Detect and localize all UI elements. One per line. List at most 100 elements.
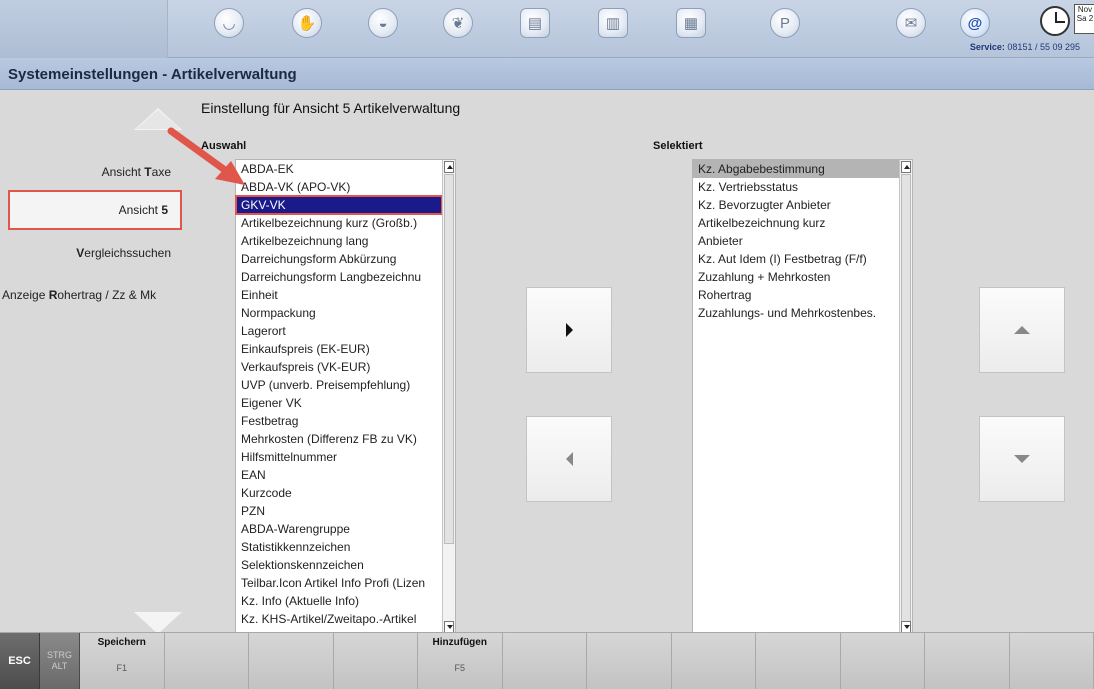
selektiert-list-item[interactable]: Zuzahlung + Mehrkosten <box>693 268 899 286</box>
auswahl-scrollbar[interactable] <box>442 160 455 634</box>
scroll-thumb[interactable] <box>444 174 454 544</box>
auswahl-list-item[interactable]: Artikelbezeichnung lang <box>236 232 442 250</box>
function-key-11[interactable] <box>925 633 1010 689</box>
selektiert-list-item[interactable]: Rohertrag <box>693 286 899 304</box>
auswahl-list-item[interactable]: Einkaufspreis (EK-EUR) <box>236 340 442 358</box>
modifier-key[interactable]: STRG ALT <box>40 633 80 689</box>
auswahl-list-item[interactable]: Lagerort <box>236 322 442 340</box>
sidebar-item-ansicht-5[interactable]: Ansicht 5 <box>8 190 182 230</box>
top-toolbar: ◡ ✋ ◒ ❦ ▤ ▥ ▦ P ✉ @ Nov Sa 2 Service: 08… <box>0 0 1094 58</box>
p-logo-icon[interactable]: P <box>770 8 800 38</box>
books-icon[interactable]: ▥ <box>598 8 628 38</box>
function-key-label: Hinzufügen <box>432 637 487 648</box>
logo-area <box>0 0 168 58</box>
auswahl-list-item[interactable]: Darreichungsform Abkürzung <box>236 250 442 268</box>
auswahl-list-item[interactable]: Normpackung <box>236 304 442 322</box>
function-keys: Speichern F1 Hinzufügen F5 <box>80 633 1094 689</box>
remove-from-selection-button[interactable] <box>526 416 612 502</box>
function-key-12[interactable] <box>1010 633 1094 689</box>
date-day: Sa 2 <box>1076 14 1094 23</box>
function-key-5[interactable]: Hinzufügen F5 <box>418 633 503 689</box>
service-info: Service: 08151 / 55 09 295 <box>970 42 1080 52</box>
service-number: 08151 / 55 09 295 <box>1007 42 1080 52</box>
auswahl-list-item[interactable]: Einheit <box>236 286 442 304</box>
auswahl-items: ABDA-EK ABDA-VK (APO-VK) GKV-VK Artikelbeze… <box>235 160 443 628</box>
auswahl-list-item[interactable]: Hilfsmittelnummer <box>236 448 442 466</box>
function-key-6[interactable] <box>503 633 587 689</box>
selektiert-list-item[interactable]: Kz. Bevorzugter Anbieter <box>693 196 899 214</box>
auswahl-list-item[interactable]: Statistikkennzeichen <box>236 538 442 556</box>
auswahl-list[interactable]: ABDA-EK ABDA-VK (APO-VK) GKV-VK Artikelbeze… <box>235 159 456 635</box>
scroll-down-arrow-icon[interactable] <box>134 612 182 634</box>
selektiert-list-item[interactable]: Zuzahlungs- und Mehrkostenbes. <box>693 304 899 322</box>
function-key-8[interactable] <box>672 633 756 689</box>
auswahl-list-item[interactable]: Kurzcode <box>236 484 442 502</box>
selektiert-list-item[interactable]: Artikelbezeichnung kurz <box>693 214 899 232</box>
function-key-9[interactable] <box>756 633 841 689</box>
auswahl-list-item[interactable]: Teilbar.Icon Artikel Info Profi (Lizen <box>236 574 442 592</box>
auswahl-list-item[interactable]: ABDA-Warengruppe <box>236 520 442 538</box>
selektiert-items: Kz. Abgabebestimmung Kz. Vertriebsstatus K… <box>693 160 899 322</box>
move-down-button[interactable] <box>979 416 1065 502</box>
move-up-button[interactable] <box>979 287 1065 373</box>
scroll-up-icon[interactable] <box>901 161 911 173</box>
scroll-up-icon[interactable] <box>444 161 454 173</box>
selektiert-list-item[interactable]: Kz. Aut Idem (I) Festbetrag (F/f) <box>693 250 899 268</box>
auswahl-list-item[interactable]: PZN <box>236 502 442 520</box>
auswahl-list-item[interactable]: Selektionskennzeichen <box>236 556 442 574</box>
auswahl-list-item[interactable]: Kz. Info (Aktuelle Info) <box>236 592 442 610</box>
auswahl-list-item[interactable]: GKV-VK <box>235 195 443 215</box>
sidebar: Ansicht Taxe Ansicht 5 Vergleichssuchen … <box>0 90 185 634</box>
auswahl-list-item[interactable]: Verkaufspreis (VK-EUR) <box>236 358 442 376</box>
page-title: Systemeinstellungen - Artikelverwaltung <box>8 66 297 83</box>
auswahl-list-item[interactable]: Kz. KHS-Artikel/Zweitapo.-Artikel <box>236 610 442 628</box>
function-key-label: Speichern <box>97 637 146 648</box>
function-key-number: F1 <box>116 663 127 673</box>
auswahl-list-item[interactable]: Artikelbezeichnung kurz (Großb.) <box>236 214 442 232</box>
calculator-icon[interactable]: ▦ <box>676 8 706 38</box>
auswahl-list-item[interactable]: ABDA-EK <box>236 160 442 178</box>
section-title: Einstellung für Ansicht 5 Artikelverwalt… <box>201 100 461 116</box>
arrow-right-icon <box>565 323 573 337</box>
service-label: Service: <box>969 42 1005 52</box>
function-key-3[interactable] <box>249 633 334 689</box>
function-key-7[interactable] <box>587 633 672 689</box>
shopping-bag-icon[interactable]: ◒ <box>368 8 398 38</box>
auswahl-list-item[interactable]: Mehrkosten (Differenz FB zu VK) <box>236 430 442 448</box>
selektiert-list[interactable]: Kz. Abgabebestimmung Kz. Vertriebsstatus K… <box>692 159 913 635</box>
arrow-up-icon <box>1014 326 1030 334</box>
auswahl-list-item[interactable]: ABDA-VK (APO-VK) <box>236 178 442 196</box>
auswahl-list-item[interactable]: EAN <box>236 466 442 484</box>
esc-key[interactable]: ESC <box>0 633 40 689</box>
selektiert-label: Selektiert <box>653 140 703 152</box>
selektiert-list-item[interactable]: Anbieter <box>693 232 899 250</box>
clock-icon <box>1040 6 1070 36</box>
main-panel: Einstellung für Ansicht 5 Artikelverwalt… <box>185 90 1094 635</box>
selektiert-scrollbar[interactable] <box>899 160 912 634</box>
selektiert-list-item[interactable]: Kz. Vertriebsstatus <box>693 178 899 196</box>
auswahl-list-item[interactable]: UVP (unverb. Preisempfehlung) <box>236 376 442 394</box>
mortar-icon[interactable]: ◡ <box>214 8 244 38</box>
mail-icon[interactable]: ✉ <box>896 8 926 38</box>
function-key-10[interactable] <box>841 633 925 689</box>
handshake-icon[interactable]: ✋ <box>292 8 322 38</box>
sidebar-item-vergleichssuchen[interactable]: Vergleichssuchen <box>76 246 171 260</box>
function-key-1[interactable]: Speichern F1 <box>80 633 165 689</box>
arrow-down-icon <box>1014 455 1030 463</box>
date-box: Nov Sa 2 <box>1074 4 1094 34</box>
at-icon[interactable]: @ <box>960 8 990 38</box>
scroll-thumb[interactable] <box>901 174 911 622</box>
date-month: Nov <box>1077 5 1093 14</box>
sidebar-item-anzeige-rohertrag[interactable]: Anzeige Rohertrag / Zz & Mk <box>2 288 156 302</box>
function-key-2[interactable] <box>165 633 249 689</box>
printer-icon[interactable]: ▤ <box>520 8 550 38</box>
add-to-selection-button[interactable] <box>526 287 612 373</box>
annotation-arrow-icon <box>167 127 245 185</box>
auswahl-list-item[interactable]: Festbetrag <box>236 412 442 430</box>
selektiert-list-item[interactable]: Kz. Abgabebestimmung <box>693 160 899 178</box>
auswahl-list-item[interactable]: Eigener VK <box>236 394 442 412</box>
sidebar-item-ansicht-taxe[interactable]: Ansicht Taxe <box>102 165 171 179</box>
tooth-icon[interactable]: ❦ <box>443 8 473 38</box>
function-key-4[interactable] <box>334 633 418 689</box>
auswahl-list-item[interactable]: Darreichungsform Langbezeichnu <box>236 268 442 286</box>
